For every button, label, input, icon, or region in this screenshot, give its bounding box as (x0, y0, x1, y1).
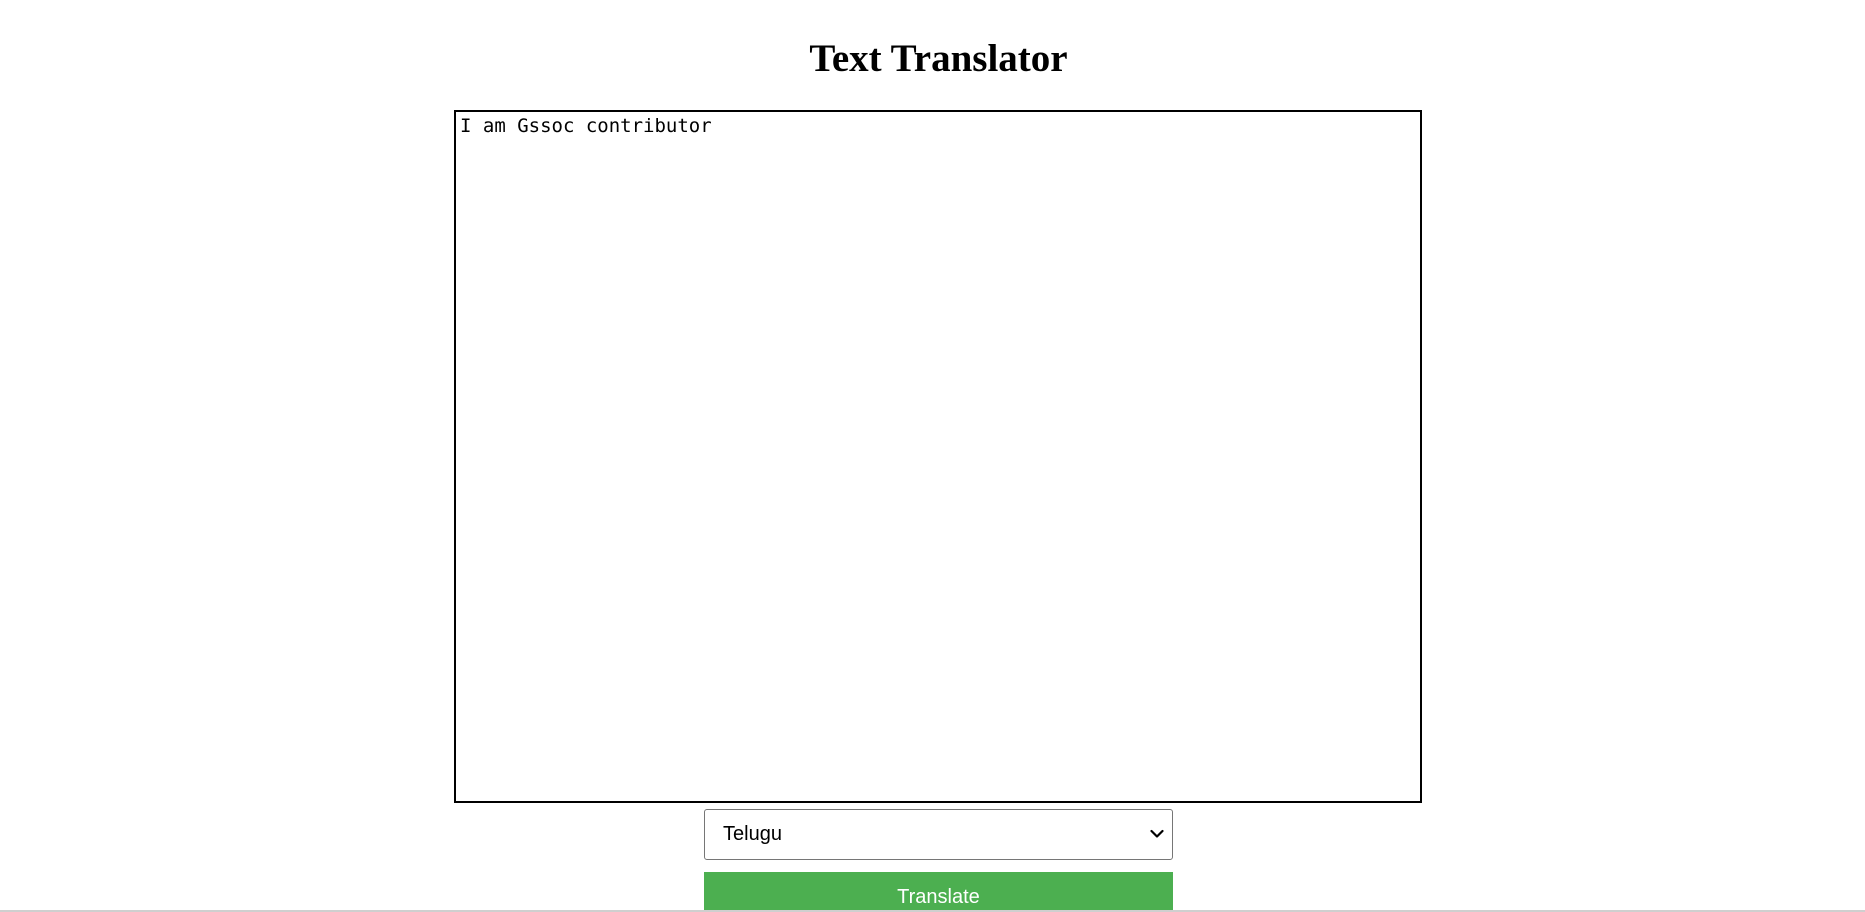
language-select[interactable]: Telugu Telugu (704, 809, 1173, 860)
source-text-input[interactable]: I am Gssoc contributor (454, 110, 1422, 803)
page-title: Text Translator (809, 37, 1068, 80)
translate-button[interactable]: Translate (704, 872, 1173, 910)
translator-page: Text Translator I am Gssoc contributor T… (0, 0, 1865, 910)
